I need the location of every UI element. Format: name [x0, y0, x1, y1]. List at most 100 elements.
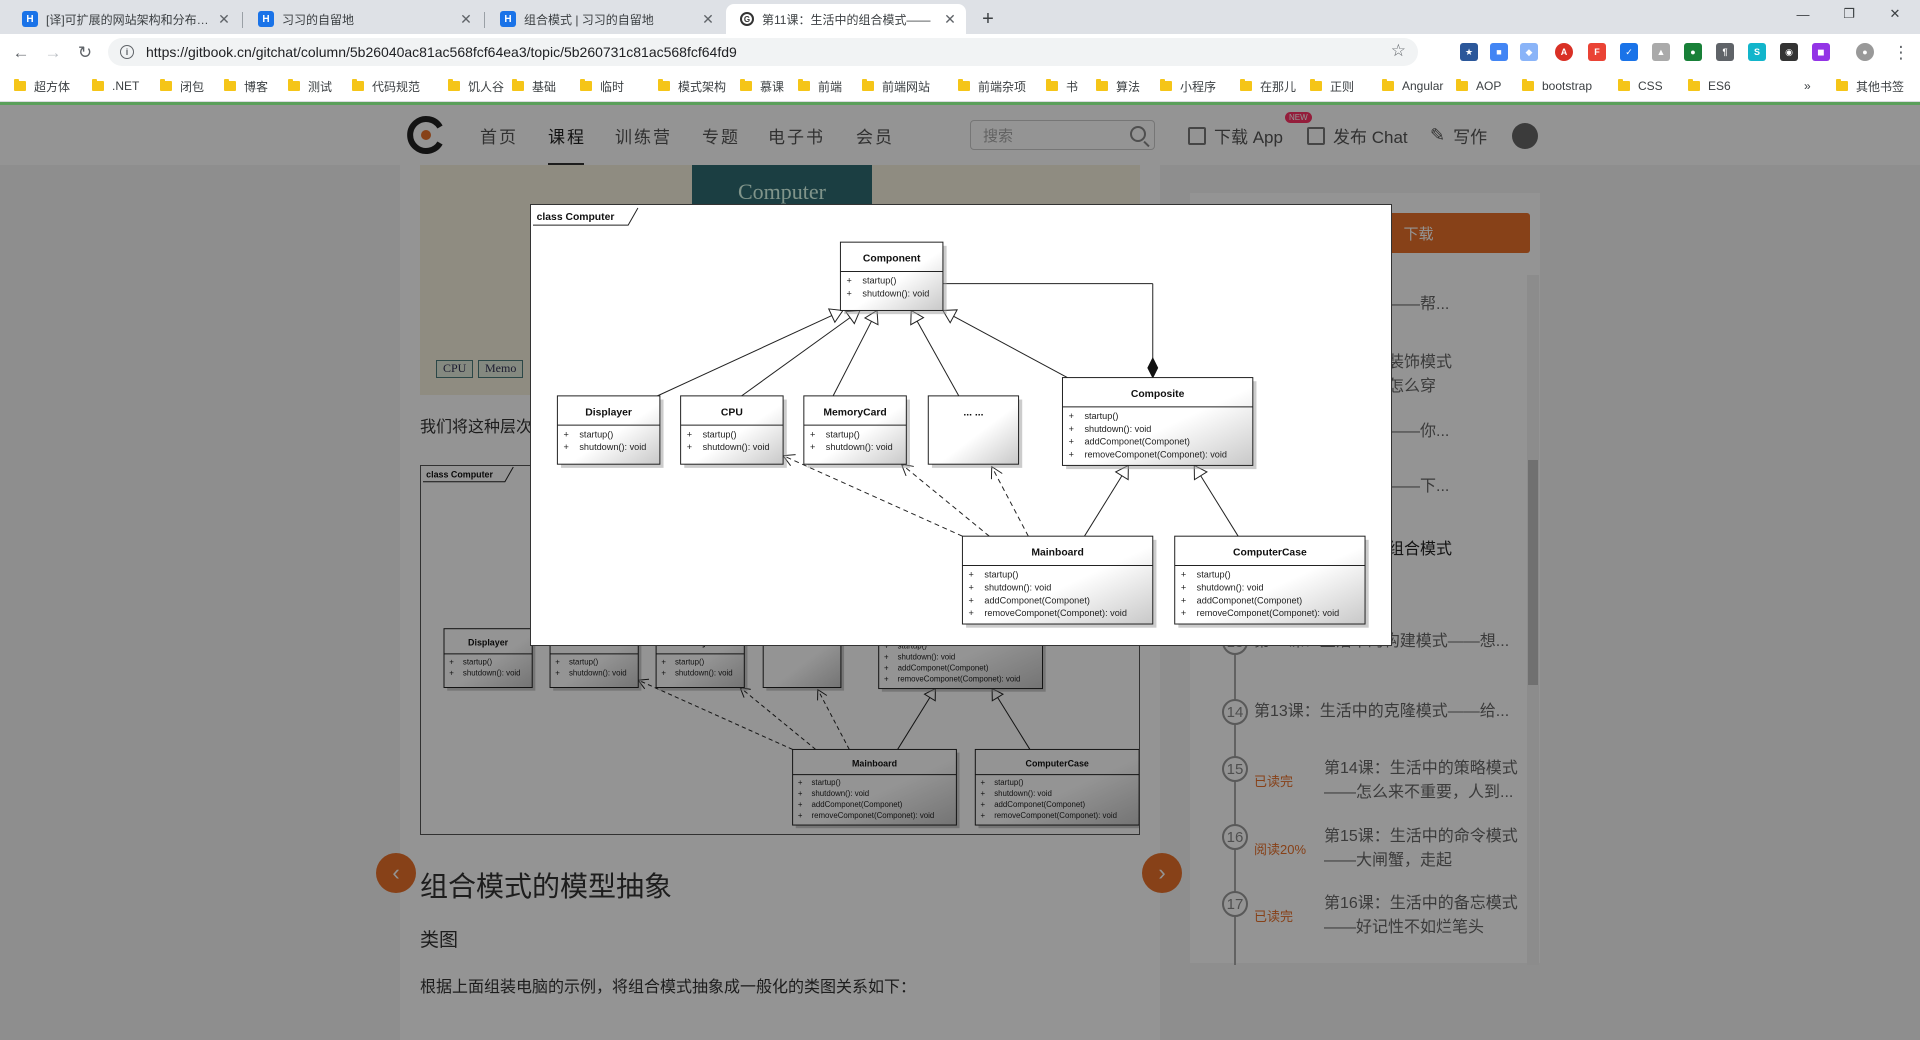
- bookmarks-bar: 超方体 .NET 闭包 博客 测试 代码规范 饥人谷 基础 临时 模式架构 慕课 前端 前端网站 前端杂项…: [0, 70, 1920, 102]
- folder-icon: [288, 79, 300, 91]
- extension-icon[interactable]: ◉: [1780, 43, 1798, 61]
- bookmark-item[interactable]: 模式架构: [658, 77, 726, 95]
- bookmark-item[interactable]: 书: [1046, 77, 1078, 95]
- bookmark-item[interactable]: 前端: [798, 77, 842, 95]
- reload-button[interactable]: ↻: [72, 40, 98, 66]
- folder-icon: [1096, 79, 1108, 91]
- tab-1[interactable]: H [译]可扩展的网站架构和分布式系 ✕: [8, 4, 240, 34]
- tab-favicon: H: [500, 11, 516, 27]
- folder-icon: [448, 79, 460, 91]
- menu-icon[interactable]: ⋮: [1888, 40, 1914, 66]
- bookmark-item[interactable]: 小程序: [1160, 77, 1216, 95]
- close-icon[interactable]: ✕: [700, 11, 716, 27]
- folder-icon: [1160, 79, 1172, 91]
- restore-button[interactable]: ❐: [1826, 0, 1872, 28]
- class-method: shutdown(): void: [579, 442, 646, 452]
- profile-avatar[interactable]: ●: [1856, 43, 1874, 61]
- bookmark-item[interactable]: AOP: [1456, 77, 1501, 95]
- uml-class-computercase: ComputerCase + startup() + shutdown(): void +…: [1174, 535, 1369, 628]
- bookmark-item[interactable]: 前端杂项: [958, 77, 1026, 95]
- browser-chrome: H [译]可扩展的网站架构和分布式系 ✕ H 习习的自留地 ✕ H 组合模式 |…: [0, 0, 1920, 102]
- close-icon[interactable]: ✕: [458, 11, 474, 27]
- extension-icon[interactable]: ◆: [1520, 43, 1538, 61]
- class-method: startup(): [703, 429, 737, 439]
- bookmark-item[interactable]: 前端网站: [862, 77, 930, 95]
- bookmark-item[interactable]: .NET: [92, 77, 139, 95]
- folder-icon: [1688, 79, 1700, 91]
- back-button[interactable]: ←: [8, 40, 34, 66]
- folder-icon: [92, 79, 104, 91]
- close-icon[interactable]: ✕: [216, 11, 232, 27]
- visibility-marker: +: [1181, 608, 1186, 618]
- info-icon[interactable]: i: [120, 45, 134, 59]
- dependency-line: [901, 463, 990, 537]
- class-method: removeComponet(Componet): void: [984, 608, 1127, 618]
- bookmark-item[interactable]: 超方体: [14, 77, 70, 95]
- star-icon[interactable]: ☆: [1391, 41, 1406, 61]
- bookmark-item[interactable]: 在那儿: [1240, 77, 1296, 95]
- tab-3[interactable]: H 组合模式 | 习习的自留地 ✕: [486, 4, 724, 34]
- tab-4-active[interactable]: G 第11课：生活中的组合模式—— ✕: [726, 4, 966, 34]
- bookmark-item[interactable]: 代码规范: [352, 77, 420, 95]
- visibility-marker: +: [1181, 570, 1186, 580]
- bookmark-item[interactable]: bootstrap: [1522, 77, 1592, 95]
- class-method: startup(): [1197, 570, 1231, 580]
- address-bar[interactable]: i https://gitbook.cn/gitchat/column/5b26…: [108, 38, 1418, 66]
- generalization-line: [832, 321, 872, 397]
- visibility-marker: +: [564, 442, 569, 452]
- new-tab-button[interactable]: +: [975, 6, 1001, 32]
- other-bookmarks[interactable]: 其他书签: [1836, 77, 1904, 95]
- bookmark-item[interactable]: ES6: [1688, 77, 1731, 95]
- bookmark-item[interactable]: Angular: [1382, 77, 1443, 95]
- uml-class-composite: Composite + startup() + shutdown(): void + add…: [1061, 377, 1257, 470]
- extension-icon[interactable]: F: [1588, 43, 1606, 61]
- extension-icon[interactable]: ◼: [1812, 43, 1830, 61]
- extension-icon[interactable]: ★: [1460, 43, 1478, 61]
- bookmark-item[interactable]: 临时: [580, 77, 624, 95]
- tab-strip: H [译]可扩展的网站架构和分布式系 ✕ H 习习的自留地 ✕ H 组合模式 |…: [0, 0, 1920, 34]
- folder-icon: [224, 79, 236, 91]
- tab-title: 第11课：生活中的组合模式——: [762, 12, 931, 27]
- extension-icon[interactable]: ✓: [1620, 43, 1638, 61]
- bookmark-item[interactable]: 正则: [1310, 77, 1354, 95]
- extension-icon[interactable]: ●: [1684, 43, 1702, 61]
- bookmark-item[interactable]: 饥人谷: [448, 77, 504, 95]
- bookmark-item[interactable]: 测试: [288, 77, 332, 95]
- bookmark-item[interactable]: 慕课: [740, 77, 784, 95]
- class-name: Mainboard: [1031, 548, 1083, 559]
- class-method: addComponet(Componet): [984, 595, 1090, 605]
- tab-title: 组合模式 | 习习的自留地: [524, 12, 654, 27]
- visibility-marker: +: [687, 442, 692, 452]
- generalization-line: [657, 315, 833, 397]
- class-method: removeComponet(Componet): void: [1084, 449, 1227, 459]
- tab-2[interactable]: H 习习的自留地 ✕: [244, 4, 482, 34]
- class-method: addComponet(Componet): [1197, 595, 1303, 605]
- bookmark-item[interactable]: 基础: [512, 77, 556, 95]
- generalization-line: [1084, 475, 1123, 537]
- diagram-lightbox[interactable]: class Computer Component + startup() + shutdo…: [530, 204, 1392, 646]
- bookmark-item[interactable]: 闭包: [160, 77, 204, 95]
- dependency-arrowhead: [990, 465, 1003, 480]
- close-icon[interactable]: ✕: [942, 11, 958, 27]
- folder-icon: [1522, 79, 1534, 91]
- extension-icon[interactable]: A: [1555, 43, 1573, 61]
- bookmark-item[interactable]: 博客: [224, 77, 268, 95]
- tab-title: [译]可扩展的网站架构和分布式系: [46, 12, 210, 27]
- minimize-button[interactable]: —: [1780, 0, 1826, 28]
- class-method: shutdown(): void: [862, 288, 929, 298]
- extension-icon[interactable]: ¶: [1716, 43, 1734, 61]
- close-window-button[interactable]: ✕: [1872, 0, 1918, 28]
- class-method: removeComponet(Componet): void: [1197, 608, 1340, 618]
- extension-icon[interactable]: ■: [1490, 43, 1508, 61]
- extension-icon[interactable]: S: [1748, 43, 1766, 61]
- bookmark-item[interactable]: CSS: [1618, 77, 1663, 95]
- dependency-line: [991, 466, 1029, 537]
- bookmark-item[interactable]: 算法: [1096, 77, 1140, 95]
- bookmarks-overflow-button[interactable]: »: [1804, 77, 1811, 95]
- class-name: ... ...: [963, 407, 983, 418]
- folder-icon: [1456, 79, 1468, 91]
- extension-icon[interactable]: ▲: [1652, 43, 1670, 61]
- class-method: startup(): [579, 429, 613, 439]
- forward-button[interactable]: →: [40, 40, 66, 66]
- folder-icon: [14, 79, 26, 91]
